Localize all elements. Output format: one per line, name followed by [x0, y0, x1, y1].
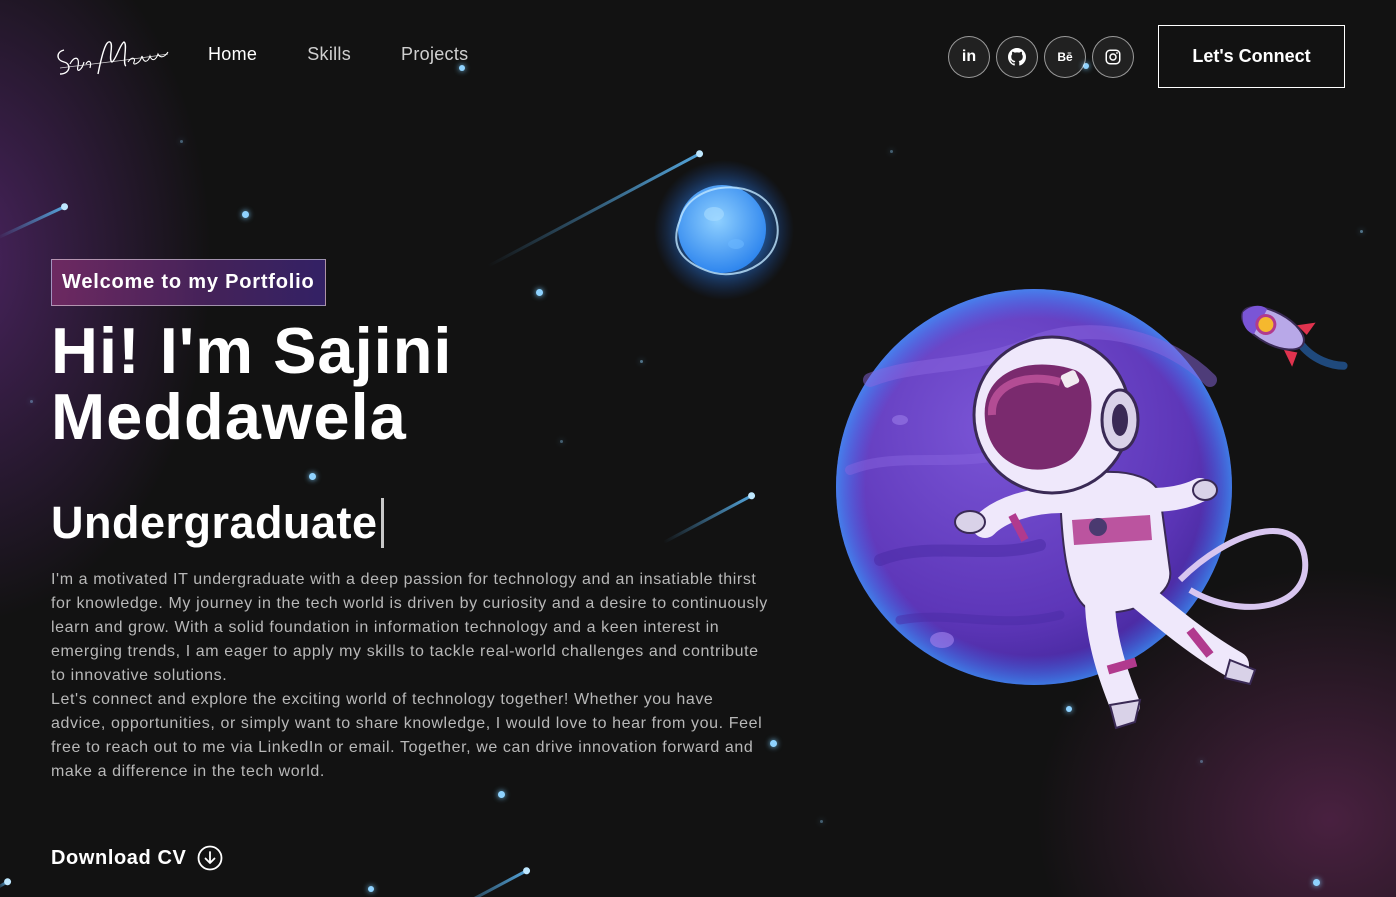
hero-paragraph-1: I'm a motivated IT undergraduate with a … [51, 571, 768, 684]
star [536, 289, 543, 296]
star [242, 211, 249, 218]
lets-connect-button[interactable]: Let's Connect [1158, 25, 1345, 88]
rocket [1240, 305, 1348, 370]
typing-role: Undergraduate [51, 495, 384, 551]
star [1066, 706, 1072, 712]
star [498, 791, 505, 798]
shooting-star [0, 205, 66, 240]
typing-caret [380, 498, 384, 548]
welcome-tagline: Welcome to my Portfolio [51, 259, 326, 306]
nav-link-projects[interactable]: Projects [401, 44, 468, 65]
nav-links: Home Skills Projects [208, 44, 468, 65]
star [890, 150, 893, 153]
github-icon [1008, 48, 1026, 66]
star [30, 400, 33, 403]
star [309, 473, 316, 480]
navbar: Home Skills Projects in Bē Let's Connect [0, 0, 1396, 115]
star [180, 140, 183, 143]
download-arrow-icon [197, 845, 222, 871]
behance-button[interactable]: Bē [1044, 36, 1086, 78]
hero-description: I'm a motivated IT undergraduate with a … [51, 568, 771, 784]
behance-icon: Bē [1057, 50, 1073, 64]
star [1360, 230, 1363, 233]
download-cv-label: Download CV [51, 846, 187, 869]
star [1313, 879, 1320, 886]
star [1200, 760, 1203, 763]
hero-title-line1: Hi! I'm Sajini [51, 314, 453, 387]
linkedin-icon: in [961, 48, 977, 65]
social-icons: in Bē [948, 36, 1134, 78]
shooting-star [663, 494, 753, 544]
purple-planet [836, 289, 1232, 685]
star [560, 440, 563, 443]
star [368, 886, 374, 892]
instagram-button[interactable] [1092, 36, 1134, 78]
signature-logo[interactable] [50, 34, 170, 82]
hero-title-line2: Meddawela [51, 380, 407, 453]
star [640, 360, 643, 363]
star [770, 740, 777, 747]
glowing-moon [654, 160, 794, 300]
instagram-icon [1105, 49, 1121, 65]
shooting-star [0, 880, 9, 890]
nav-link-skills[interactable]: Skills [307, 44, 351, 65]
portfolio-page: Home Skills Projects in Bē Let's Connect… [0, 0, 1396, 897]
hero-paragraph-2: Let's connect and explore the exciting w… [51, 691, 763, 780]
linkedin-button[interactable]: in [948, 36, 990, 78]
shooting-star [442, 869, 528, 897]
role-text: Undergraduate [51, 497, 378, 548]
star [820, 820, 823, 823]
nav-link-home[interactable]: Home [208, 44, 257, 65]
download-cv-button[interactable]: Download CV [51, 845, 223, 871]
hero-title: Hi! I'm Sajini Meddawela [51, 318, 452, 450]
astronaut [954, 335, 1309, 730]
shooting-star [487, 152, 701, 268]
github-button[interactable] [996, 36, 1038, 78]
